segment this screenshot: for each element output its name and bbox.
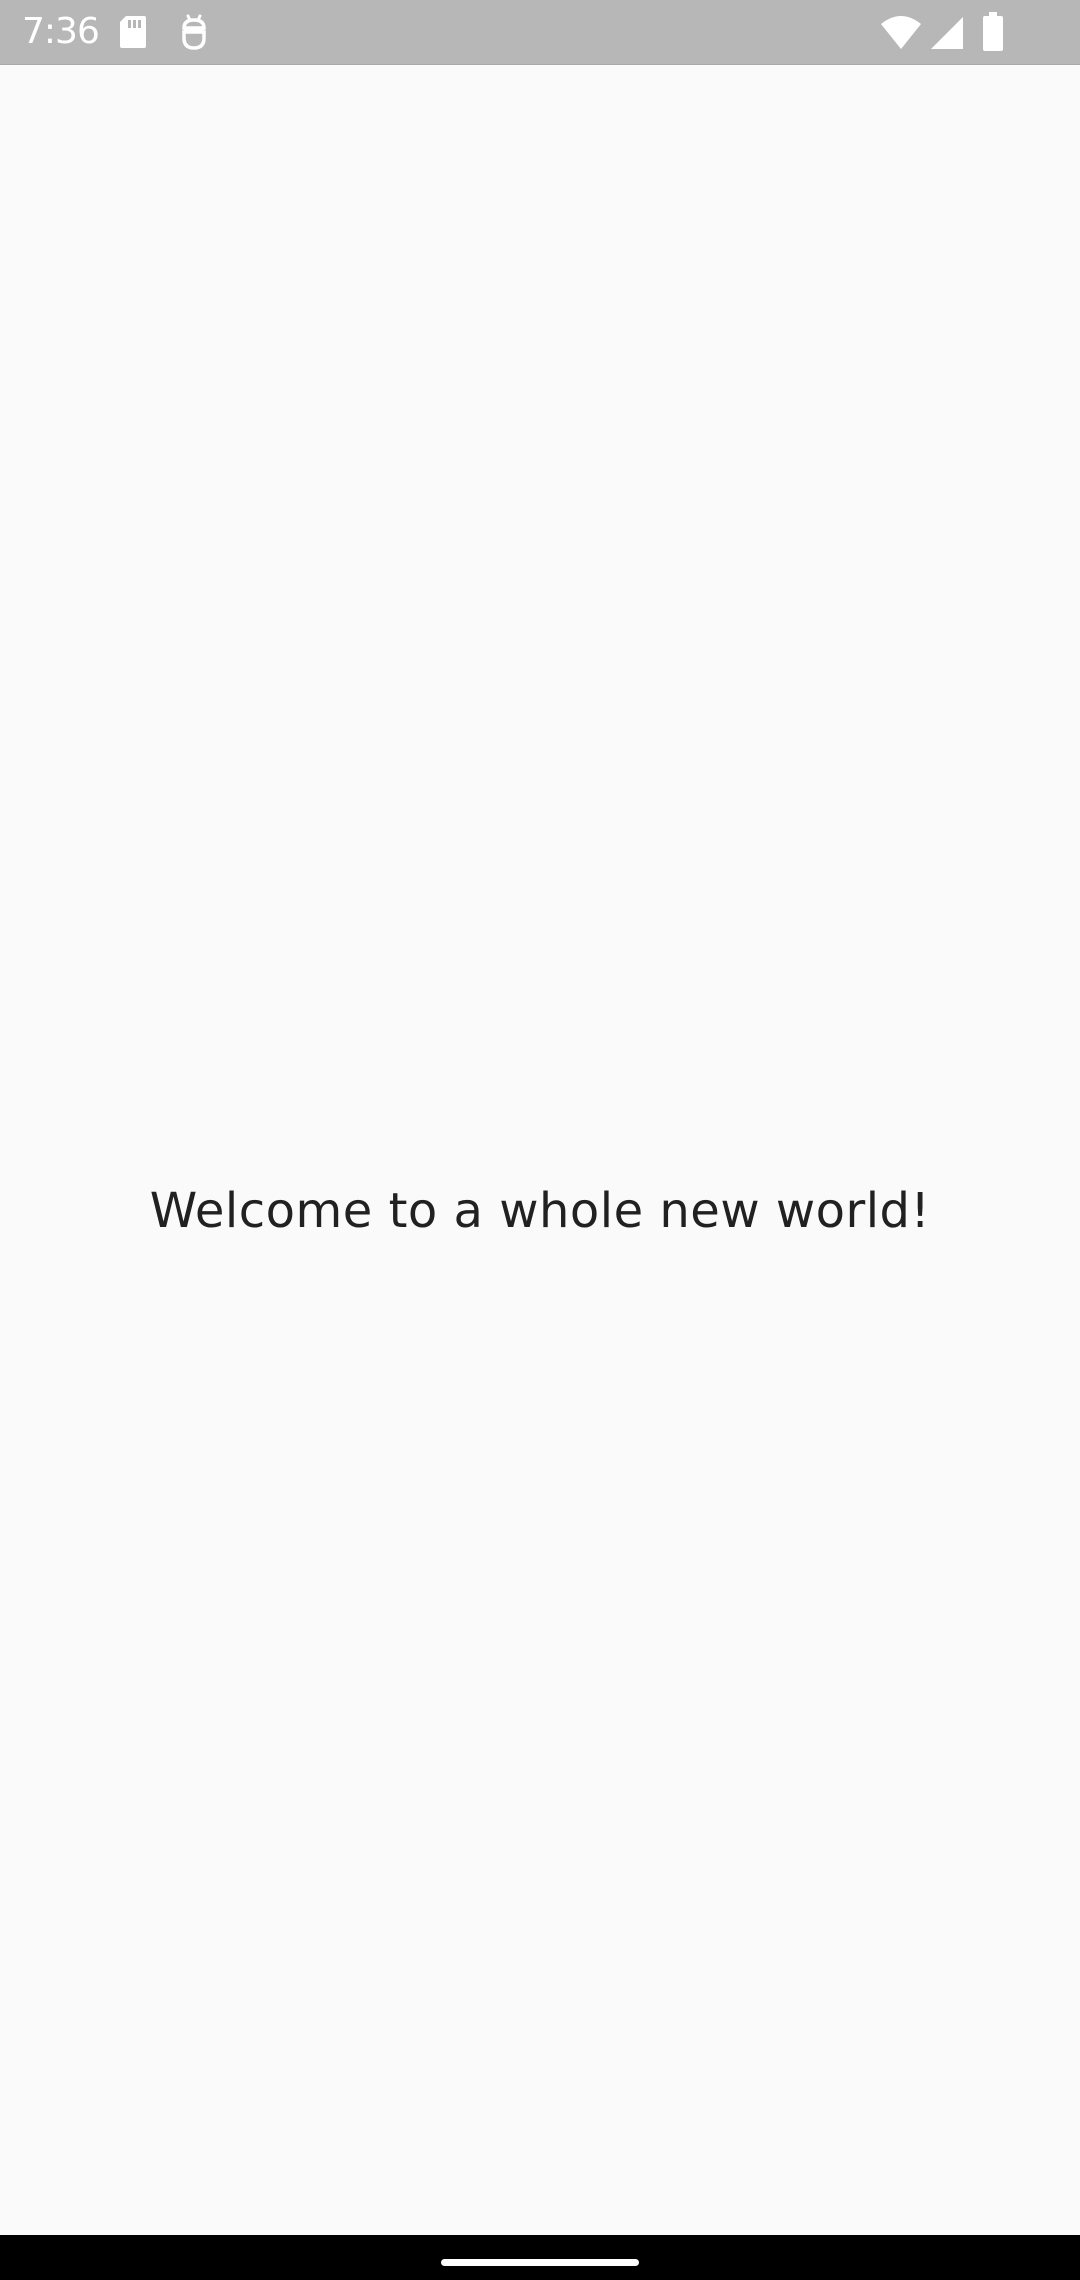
wifi-icon: [880, 16, 922, 54]
main-content: Welcome to a whole new world!: [0, 65, 1080, 2235]
status-time: 7:36: [22, 11, 100, 52]
debug-icon: [178, 14, 210, 56]
battery-icon: [982, 12, 1004, 56]
cell-signal-icon: [930, 16, 964, 54]
sd-card-icon: [118, 14, 148, 54]
status-bar: 7:36: [0, 0, 1080, 65]
navigation-bar: [0, 2235, 1080, 2280]
home-gesture-handle[interactable]: [441, 2259, 639, 2266]
welcome-message: Welcome to a whole new world!: [149, 1183, 931, 1239]
